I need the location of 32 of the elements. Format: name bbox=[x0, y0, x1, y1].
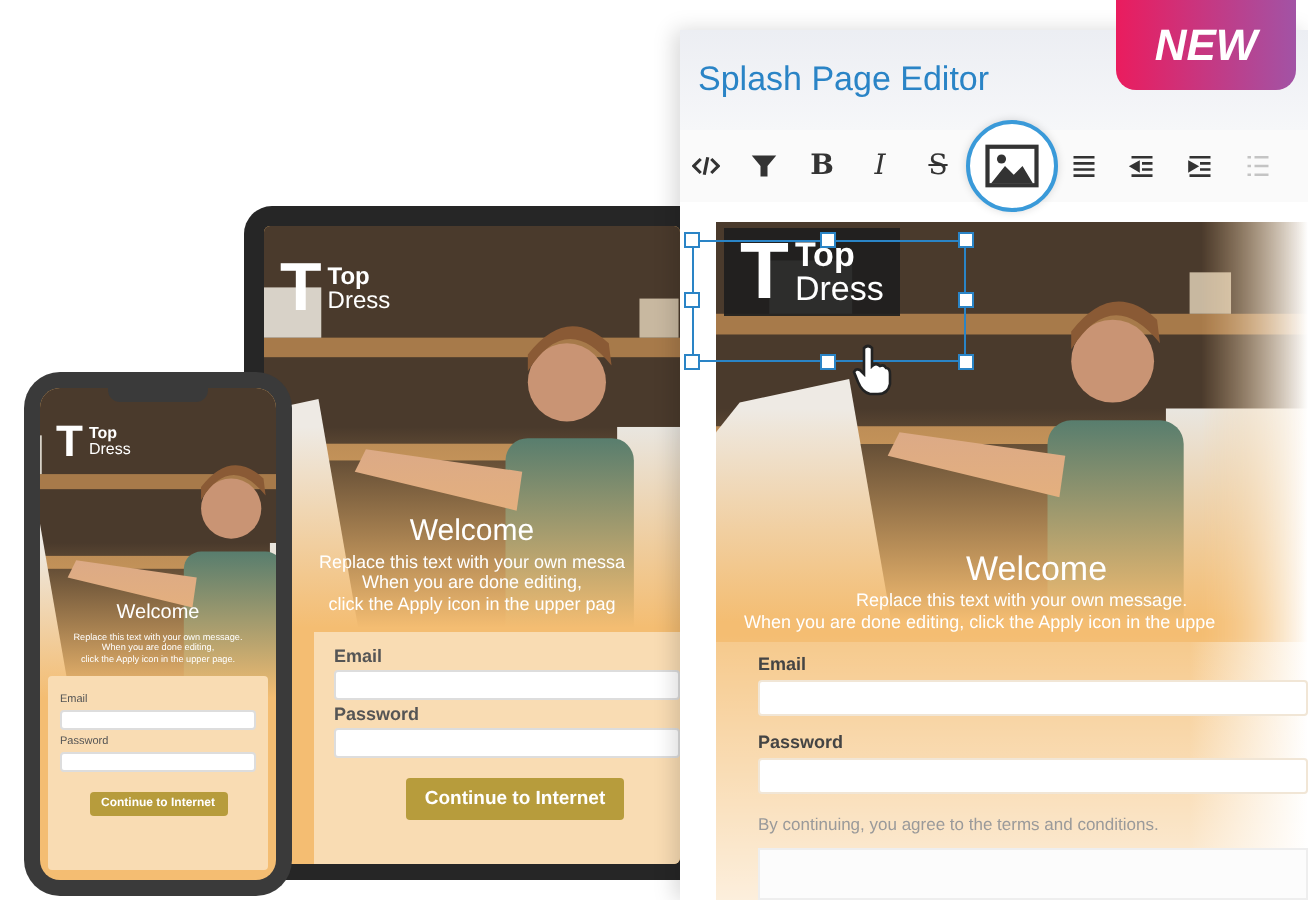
input-field[interactable] bbox=[758, 680, 1308, 716]
message-text: When you are done editing, click the Apply icon in the uppe bbox=[744, 612, 1216, 634]
welcome-heading: Welcome bbox=[966, 550, 1108, 591]
logo-text: Dress bbox=[794, 272, 884, 306]
logo-mark: T bbox=[56, 420, 83, 464]
italic-button[interactable]: I bbox=[866, 152, 894, 180]
terms-text: By continuing, you agree to the terms and conditions. bbox=[758, 814, 1161, 834]
bold-button[interactable]: B bbox=[808, 152, 836, 180]
align-icon[interactable] bbox=[1070, 152, 1098, 180]
input-field[interactable] bbox=[334, 670, 680, 700]
message-text: Replace this text with your own message. bbox=[856, 590, 1188, 613]
image-icon[interactable] bbox=[966, 120, 1058, 212]
code-icon[interactable] bbox=[692, 152, 720, 180]
input-field[interactable] bbox=[60, 752, 256, 772]
logo-text: Dress bbox=[88, 442, 131, 458]
filter-icon[interactable] bbox=[750, 152, 778, 180]
input-field[interactable] bbox=[60, 710, 256, 730]
field-label: Email bbox=[758, 654, 809, 674]
input-field[interactable] bbox=[758, 758, 1308, 794]
input-field[interactable] bbox=[334, 728, 680, 758]
outdent-icon[interactable] bbox=[1128, 152, 1156, 180]
indent-icon[interactable] bbox=[1186, 152, 1214, 180]
new-badge: NEW bbox=[1116, 0, 1296, 90]
editor-title: Splash Page Editor bbox=[698, 60, 990, 100]
hand-cursor-icon bbox=[852, 344, 892, 396]
logo-text: Top bbox=[88, 426, 120, 442]
logo-mark: T bbox=[740, 232, 789, 312]
logo-text: Top bbox=[794, 238, 857, 272]
strikethrough-button[interactable]: S bbox=[924, 152, 952, 180]
field-label: Password bbox=[758, 732, 846, 752]
welcome-heading: Welcome bbox=[116, 601, 200, 623]
field-label: Password bbox=[334, 704, 422, 724]
